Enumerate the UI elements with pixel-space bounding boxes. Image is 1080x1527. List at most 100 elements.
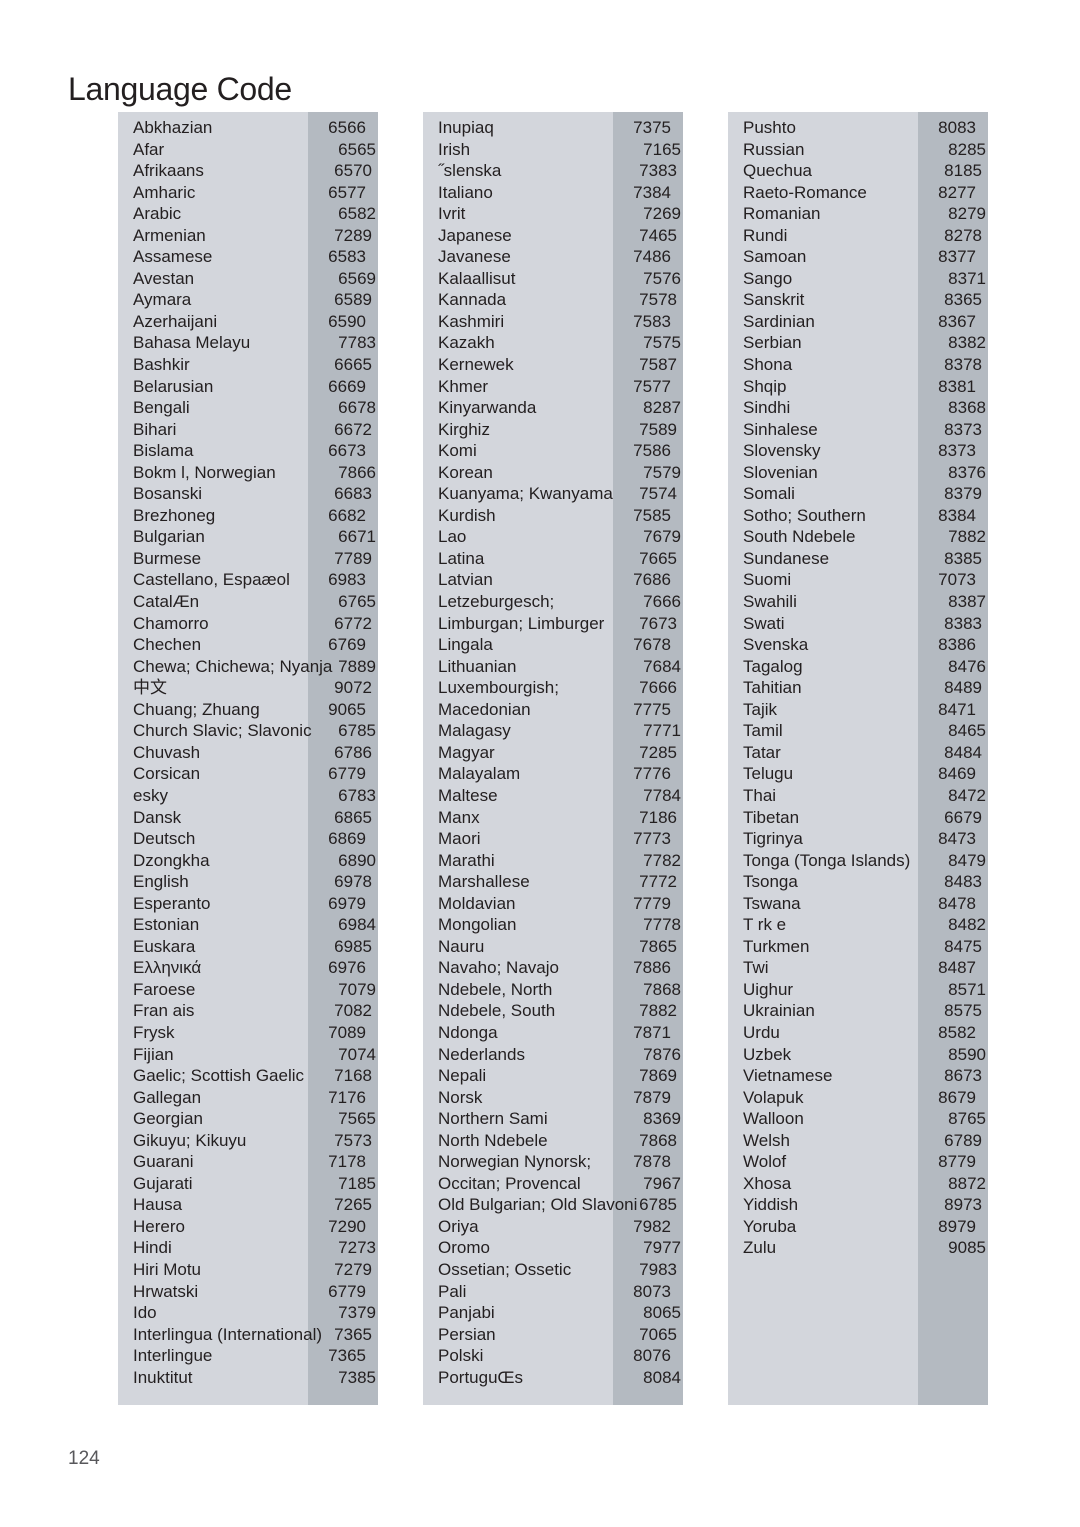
language-name: Aymara [133,290,192,310]
language-code: 6979 [328,893,366,913]
table-row: Gikuyu; Kikuyu 7573 [118,1130,378,1152]
language-name: Dzongkha [133,850,210,870]
table-row: CatalÆn 6765 [118,591,378,613]
language-name: Armenian [133,225,206,245]
language-name: Uighur [743,979,794,999]
language-name: Faroese [133,979,196,999]
language-code: 7876 [643,1044,681,1064]
language-name: Moldavian [438,893,516,913]
table-row: Tonga (Tonga Islands) 8479 [728,850,988,872]
language-code: 7583 [633,311,671,331]
language-code: 6772 [334,613,372,633]
language-name: Maori [438,829,481,849]
table-row: Serbian 8382 [728,332,988,354]
table-row: 中文 9072 [118,677,378,699]
language-code: 7573 [334,1130,372,1150]
language-name: Kuanyama; Kwanyama [438,484,613,504]
language-code: 6779 [328,1281,366,1301]
language-code: 7967 [643,1173,681,1193]
table-row: Sindhi 8368 [728,397,988,419]
language-name: Thai [743,785,777,805]
language-code: 7074 [338,1044,376,1064]
language-code: 8386 [938,635,976,655]
language-code: 7679 [643,527,681,547]
language-name: Nepali [438,1066,487,1086]
language-name: Tamil [743,721,783,741]
language-name: Romanian [743,204,821,224]
language-code: 8076 [633,1346,671,1366]
table-row: Sinhalese 8373 [728,419,988,441]
table-row: Church Slavic; Slavonic 6785 [118,720,378,742]
language-code: 7176 [328,1087,366,1107]
language-name: Hausa [133,1195,183,1215]
table-row: Slovensky 8373 [728,440,988,462]
table-row: Afar 6565 [118,139,378,161]
language-code: 6785 [639,1195,677,1215]
language-name: Khmer [438,376,489,396]
table-row: Gallegan 7176 [118,1087,378,1109]
table-row: T rk e 8482 [728,914,988,936]
language-name: Avestan [133,268,195,288]
language-code: 7186 [639,807,677,827]
table-row: Pali 8073 [423,1281,683,1303]
table-row: Ndebele, South 7882 [423,1000,683,1022]
table-row: Georgian 7565 [118,1108,378,1130]
table-row: Chamorro 6772 [118,613,378,635]
table-row: Raeto-Romance 8277 [728,182,988,204]
table-row: Swati 8383 [728,613,988,635]
language-name: Old Bulgarian; Old Slavoni [438,1195,638,1215]
language-code: 8383 [944,613,982,633]
language-name: Marathi [438,850,495,870]
language-code: 6569 [338,268,376,288]
table-row: Sardinian 8367 [728,311,988,333]
language-code: 6671 [338,527,376,547]
language-code: 7686 [633,570,671,590]
language-name: Ossetian; Ossetic [438,1259,572,1279]
language-name: Twi [743,958,769,978]
language-name: Panjabi [438,1303,495,1323]
language-name: Korean [438,462,493,482]
language-code: 7289 [334,225,372,245]
language-code: 8479 [948,850,986,870]
language-code: 8365 [944,290,982,310]
language-code: 7073 [938,570,976,590]
table-row: Dzongkha 6890 [118,850,378,872]
table-row: Twi 8487 [728,957,988,979]
language-code: 7586 [633,441,671,461]
language-code: 7779 [633,893,671,913]
table-row: Esperanto 6979 [118,893,378,915]
language-code: 8487 [938,958,976,978]
language-name: Maltese [438,785,498,805]
table-row: Malayalam 7776 [423,763,683,785]
table-row: Bislama 6673 [118,440,378,462]
language-rows: Pushto 8083 Russian 8285 Quechua 8185 Raeto-Ro… [728,112,988,1259]
table-row: Japanese 7465 [423,225,683,247]
language-name: Bislama [133,441,194,461]
table-row: Kuanyama; Kwanyama 7574 [423,483,683,505]
language-code: 7789 [334,548,372,568]
table-row: Estonian 6984 [118,914,378,936]
language-name: CatalÆn [133,592,200,612]
language-name: Castellano, Espaæol [133,570,290,590]
language-name: Tigrinya [743,829,803,849]
language-name: Kirghiz [438,419,490,439]
table-row: Corsican 6779 [118,763,378,785]
table-row: Abkhazian 6566 [118,117,378,139]
language-name: Zulu [743,1238,777,1258]
table-row: Ukrainian 8575 [728,1000,988,1022]
language-code: 8489 [944,678,982,698]
language-code: 7365 [328,1346,366,1366]
language-name: Estonian [133,915,200,935]
language-name: Limburgan; Limburger [438,613,605,633]
language-code: 8673 [944,1066,982,1086]
language-name: Sardinian [743,311,815,331]
table-row: Magyar 7285 [423,742,683,764]
language-name: English [133,872,189,892]
table-row: Gujarati 7185 [118,1173,378,1195]
language-name: Gujarati [133,1173,193,1193]
table-row: Kannada 7578 [423,289,683,311]
language-code: 8278 [944,225,982,245]
language-code: 6590 [328,311,366,331]
language-name: Chamorro [133,613,209,633]
table-row: Occitan; Provencal 7967 [423,1173,683,1195]
